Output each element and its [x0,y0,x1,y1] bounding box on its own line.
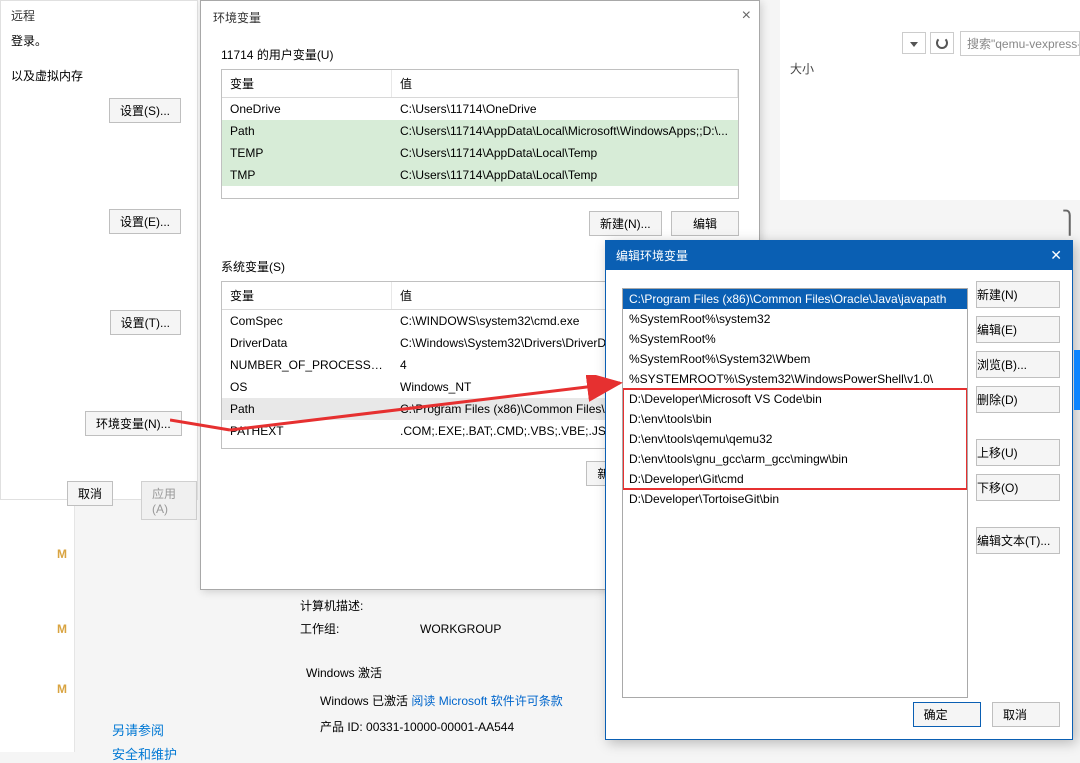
windows-activated-text: Windows 已激活 [320,694,408,708]
login-text: 登录。 [1,26,197,61]
move-down-button[interactable]: 下移(O) [976,474,1060,501]
column-variable[interactable]: 变量 [222,70,392,97]
browse-path-button[interactable]: 浏览(B)... [976,351,1060,378]
delete-path-button[interactable]: 删除(D) [976,386,1060,413]
edit-path-button[interactable]: 编辑(E) [976,316,1060,343]
product-id-label: 产品 ID: [320,720,363,734]
refresh-icon [936,37,948,49]
system-properties-panel: 远程 登录。 以及虚拟内存 设置(S)... 设置(E)... 设置(T)...… [0,0,198,500]
edit-dialog-title: 编辑环境变量 [616,247,688,264]
settings-e-button[interactable]: 设置(E)... [109,209,181,234]
refresh-button[interactable] [930,32,954,54]
cancel-button[interactable]: 取消 [992,702,1060,727]
remote-tab-label: 远程 [1,1,197,26]
close-icon[interactable]: ✕ [1050,247,1062,264]
explorer-fragment: 搜索"qemu-vexpress- [780,0,1080,200]
read-license-link[interactable]: 阅读 Microsoft 软件许可条款 [411,694,562,708]
chevron-down-icon [910,36,918,50]
table-row[interactable]: PathC:\Users\11714\AppData\Local\Microso… [222,120,738,142]
see-also-link[interactable]: 另请参阅 [112,720,164,739]
workgroup-value: WORKGROUP [420,622,501,636]
table-row[interactable]: OneDriveC:\Users\11714\OneDrive [222,98,738,120]
path-item[interactable]: D:\env\tools\bin [623,409,967,429]
apply-button: 应用(A) [141,481,197,520]
new-path-button[interactable]: 新建(N) [976,281,1060,308]
table-row[interactable]: TEMPC:\Users\11714\AppData\Local\Temp [222,142,738,164]
edit-user-var-button[interactable]: 编辑 [671,211,739,236]
user-vars-label: 11714 的用户变量(U) [201,34,759,67]
settings-t-button[interactable]: 设置(T)... [110,310,181,335]
path-item[interactable]: %SYSTEMROOT%\System32\WindowsPowerShell\… [623,369,967,389]
path-listbox[interactable]: C:\Program Files (x86)\Common Files\Orac… [622,288,968,698]
modified-badge: M [52,622,72,636]
user-variables-table[interactable]: 变量 值 OneDriveC:\Users\11714\OneDrive Pat… [221,69,739,199]
search-input[interactable]: 搜索"qemu-vexpress- [960,31,1080,56]
path-item[interactable]: D:\env\tools\qemu\qemu32 [623,429,967,449]
path-item[interactable]: %SystemRoot% [623,329,967,349]
cancel-button[interactable]: 取消 [67,481,113,506]
workgroup-label: 工作组: [300,620,420,637]
ok-button[interactable]: 确定 [913,702,981,727]
windows-activation-header: Windows 激活 [306,664,382,681]
virtual-memory-label: 以及虚拟内存 [1,61,197,90]
modified-badge: M [52,547,72,561]
path-item[interactable]: D:\env\tools\gnu_gcc\arm_gcc\mingw\bin [623,449,967,469]
edit-env-var-dialog: 编辑环境变量 ✕ C:\Program Files (x86)\Common F… [605,240,1073,740]
path-item[interactable]: D:\Developer\TortoiseGit\bin [623,489,967,509]
edit-dialog-titlebar[interactable]: 编辑环境变量 ✕ [606,241,1072,270]
dialog-title: 环境变量 [201,1,759,34]
path-item[interactable]: C:\Program Files (x86)\Common Files\Orac… [623,289,967,309]
move-up-button[interactable]: 上移(U) [976,439,1060,466]
path-item[interactable]: D:\Developer\Git\cmd [623,469,967,489]
product-id-value: 00331-10000-00001-AA544 [366,720,514,734]
brace-decoration: ⎫ [1062,210,1079,236]
size-column-header[interactable]: 大小 [790,60,814,77]
table-row[interactable]: TMPC:\Users\11714\AppData\Local\Temp [222,164,738,186]
path-item[interactable]: D:\Developer\Microsoft VS Code\bin [623,389,967,409]
settings-s-button[interactable]: 设置(S)... [109,98,181,123]
environment-variables-button[interactable]: 环境变量(N)... [85,411,182,436]
modified-badge: M [52,682,72,696]
path-item[interactable]: %SystemRoot%\system32 [623,309,967,329]
new-user-var-button[interactable]: 新建(N)... [589,211,662,236]
dropdown-button[interactable] [902,32,926,54]
highlighted-paths-group: D:\Developer\Microsoft VS Code\bin D:\en… [623,389,967,489]
column-value[interactable]: 值 [392,70,738,97]
close-icon[interactable]: × [742,7,751,25]
security-maintenance-link[interactable]: 安全和维护 [112,744,177,763]
path-item[interactable]: %SystemRoot%\System32\Wbem [623,349,967,369]
column-variable[interactable]: 变量 [222,282,392,309]
computer-desc-label: 计算机描述: [300,597,420,614]
edit-text-button[interactable]: 编辑文本(T)... [976,527,1060,554]
side-accent [1074,350,1080,410]
